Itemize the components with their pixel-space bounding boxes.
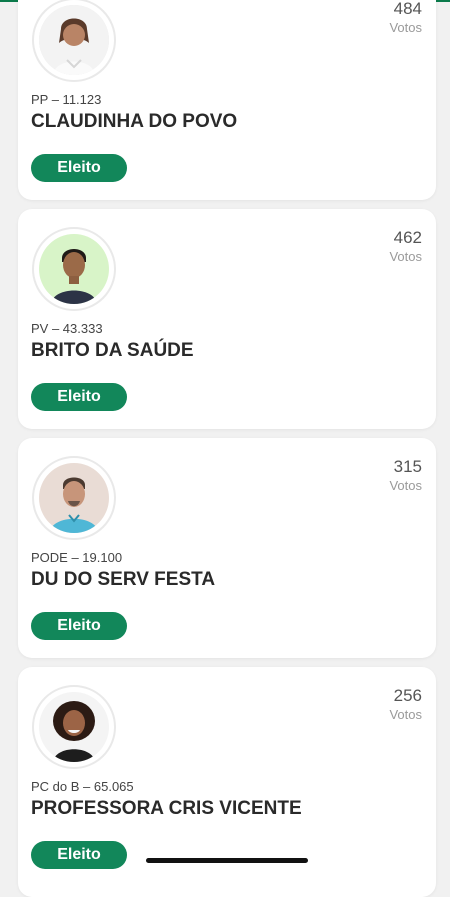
party-number: PODE – 19.100: [31, 550, 123, 565]
candidate-name: DU DO SERV FESTA: [31, 569, 216, 590]
votes: 315 Votos: [389, 457, 422, 495]
votes: 256 Votos: [389, 686, 422, 724]
avatar: [32, 456, 116, 540]
home-indicator[interactable]: [146, 858, 308, 863]
votes-count: 315: [393, 457, 422, 476]
candidate-card[interactable]: 484 Votos PP – 11.123 CLAUDINHA DO POVO …: [18, 0, 436, 200]
status-badge[interactable]: Eleito: [31, 383, 127, 411]
votes-count: 484: [393, 0, 422, 18]
votes-label: Votos: [389, 20, 422, 35]
votes-count: 462: [393, 228, 422, 247]
avatar: [32, 0, 116, 82]
candidate-photo-icon: [39, 463, 109, 533]
status-badge[interactable]: Eleito: [31, 612, 127, 640]
party-number: PP – 11.123: [31, 92, 102, 107]
candidate-name: CLAUDINHA DO POVO: [31, 111, 238, 132]
candidate-card[interactable]: 315 Votos PODE – 19.100 DU DO SERV FESTA…: [18, 438, 436, 658]
votes: 484 Votos: [389, 0, 422, 37]
status-badge[interactable]: Eleito: [31, 841, 127, 869]
party-number: PC do B – 65.065: [31, 779, 134, 794]
candidate-name: BRITO DA SAÚDE: [31, 340, 194, 361]
candidate-photo-icon: [39, 234, 109, 304]
party-number: PV – 43.333: [31, 321, 103, 336]
candidate-photo-icon: [39, 5, 109, 75]
candidate-name: PROFESSORA CRIS VICENTE: [31, 798, 302, 819]
avatar: [32, 685, 116, 769]
status-badge[interactable]: Eleito: [31, 154, 127, 182]
votes-count: 256: [393, 686, 422, 705]
votes-label: Votos: [389, 249, 422, 264]
votes-label: Votos: [389, 707, 422, 722]
votes: 462 Votos: [389, 228, 422, 266]
votes-label: Votos: [389, 478, 422, 493]
avatar: [32, 227, 116, 311]
candidate-photo-icon: [39, 692, 109, 762]
candidate-card[interactable]: 462 Votos PV – 43.333 BRITO DA SAÚDE Ele…: [18, 209, 436, 429]
